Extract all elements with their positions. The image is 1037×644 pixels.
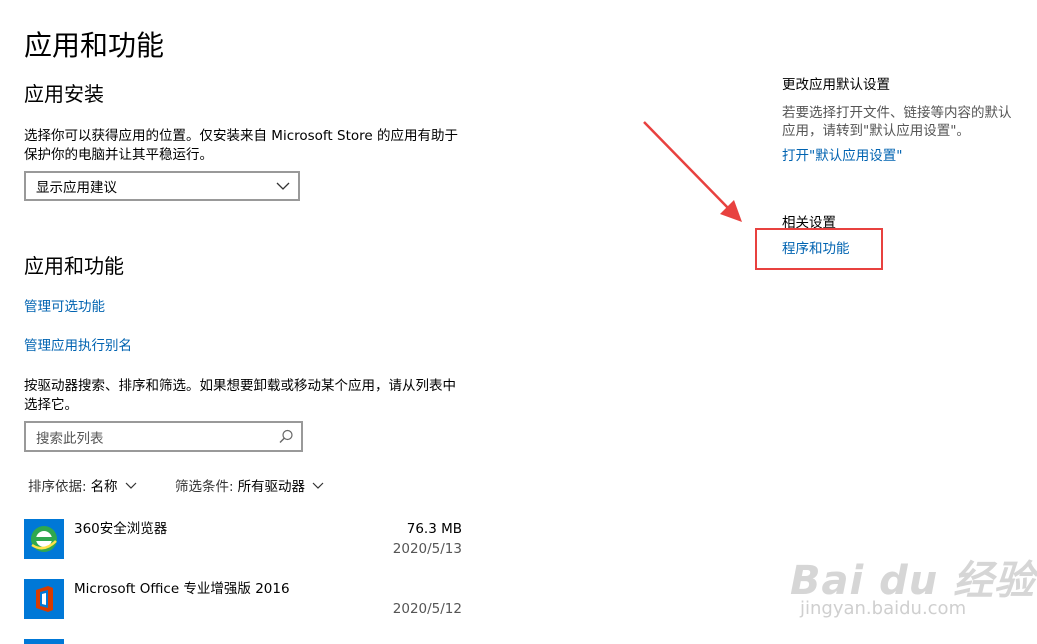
page-title: 应用和功能 — [24, 29, 165, 62]
open-default-apps-link[interactable]: 打开"默认应用设置" — [782, 146, 902, 166]
apps-help-1: 按驱动器搜索、排序和筛选。如果想要卸载或移动某个应用，请从列表中 — [24, 378, 456, 394]
dropdown-value: 显示应用建议 — [36, 180, 117, 196]
office-icon — [24, 579, 64, 619]
app-size: 76.3 MB — [406, 521, 462, 537]
sort-by-control[interactable]: 排序依据: 名称 — [28, 475, 138, 495]
chevron-down-icon — [125, 482, 136, 489]
chevron-down-icon — [276, 182, 290, 190]
filter-value: 所有驱动器 — [237, 479, 306, 495]
annotation-arrow-icon — [643, 121, 742, 222]
apps-heading: 应用和功能 — [24, 254, 124, 278]
annotation-highlight-box — [755, 228, 883, 270]
install-description-1: 选择你可以获得应用的位置。仅安装来自 Microsoft Store 的应用有助… — [24, 128, 458, 144]
manage-app-aliases-link[interactable]: 管理应用执行别名 — [24, 336, 132, 356]
app-name: 360安全浏览器 — [74, 521, 168, 537]
search-apps-input[interactable]: 搜索此列表 — [24, 421, 303, 452]
app-list-item[interactable]: Microsoft Office 专业增强版 2016 2020/5/12 — [24, 579, 464, 635]
install-source-dropdown[interactable]: 显示应用建议 — [24, 171, 300, 201]
manage-optional-features-link[interactable]: 管理可选功能 — [24, 297, 105, 317]
install-heading: 应用安装 — [24, 82, 104, 106]
search-placeholder: 搜索此列表 — [36, 430, 104, 447]
filter-label: 筛选条件: — [175, 479, 234, 495]
browser-360-icon — [24, 519, 64, 559]
default-apps-description-2: 应用，请转到"默认应用设置"。 — [782, 123, 970, 139]
chevron-down-icon — [312, 482, 324, 489]
app-install-date: 2020/5/12 — [392, 601, 462, 617]
default-apps-description-1: 若要选择打开文件、链接等内容的默认 — [782, 105, 1012, 121]
apps-help-2: 选择它。 — [24, 397, 78, 413]
app-install-date: 2020/5/13 — [392, 541, 462, 557]
install-description-2: 保护你的电脑并让其平稳运行。 — [24, 147, 213, 163]
watermark-url: jingyan.baidu.com — [800, 598, 967, 619]
search-icon — [279, 429, 293, 443]
sort-label: 排序依据: — [28, 479, 87, 495]
app-icon-partial — [24, 639, 64, 644]
app-name: Microsoft Office 专业增强版 2016 — [74, 581, 290, 597]
sort-value: 名称 — [90, 479, 118, 495]
filter-by-control[interactable]: 筛选条件: 所有驱动器 — [175, 475, 325, 495]
app-list-item[interactable]: 360安全浏览器 76.3 MB 2020/5/13 — [24, 519, 464, 575]
default-apps-heading: 更改应用默认设置 — [782, 77, 890, 93]
